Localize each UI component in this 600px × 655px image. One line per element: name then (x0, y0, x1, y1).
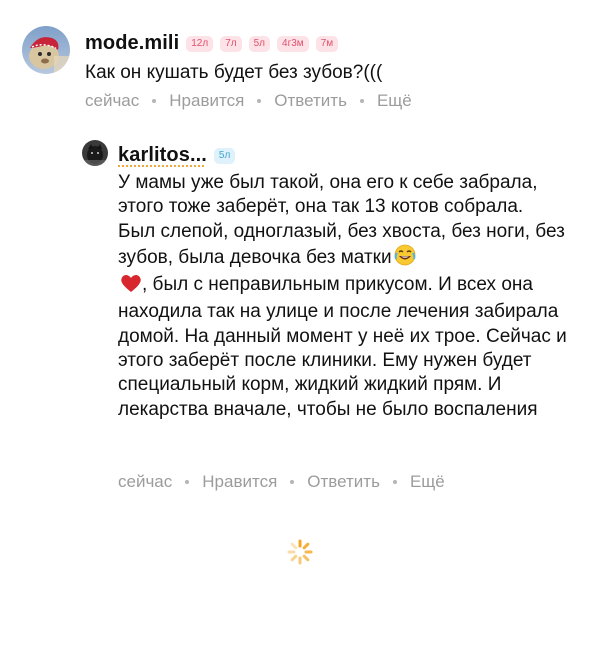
reply-button[interactable]: Ответить (274, 91, 347, 111)
comment-paragraph: У мамы уже был такой, она его к себе заб… (118, 172, 538, 218)
heart-emoji-icon (120, 273, 142, 300)
badge: 7м (315, 35, 339, 52)
avatar[interactable] (22, 26, 70, 74)
comment-actions: сейчас Нравится Ответить Ещё (118, 472, 445, 492)
separator-dot (257, 99, 262, 103)
comment-actions: сейчас Нравится Ответить Ещё (85, 91, 412, 111)
avatar-photo-icon (82, 140, 108, 166)
comment-text: Как он кушать будет без зубов?((( (85, 61, 575, 85)
separator-dot (290, 480, 295, 484)
badge: 12л (186, 35, 214, 52)
more-button[interactable]: Ещё (377, 91, 412, 111)
reply-button[interactable]: Ответить (307, 472, 380, 492)
timestamp: сейчас (85, 91, 140, 110)
comment-header: mode.mili 12л 7л 5л 4г3м 7м (85, 32, 339, 55)
laughing-emoji-icon (394, 244, 416, 273)
avatar[interactable] (82, 140, 108, 166)
loading-spinner-icon (286, 538, 314, 566)
avatar-photo-icon (22, 26, 70, 74)
comment-text-part: Был слепой, одноглазый, без хвоста, без … (118, 220, 565, 268)
badge: 4г3м (277, 35, 309, 52)
badge: 7л (220, 35, 242, 52)
separator-dot (185, 480, 190, 484)
separator-dot (392, 480, 397, 484)
username[interactable]: karlitos... (118, 144, 207, 167)
comment-text-part: , был с неправильным прикусом. И всех он… (118, 274, 567, 420)
like-button[interactable]: Нравится (202, 472, 277, 492)
comment-paragraph: Был слепой, одноглазый, без хвоста, без … (118, 220, 588, 422)
timestamp: сейчас (118, 472, 173, 491)
username[interactable]: mode.mili (85, 32, 179, 55)
separator-dot (152, 99, 157, 103)
badge: 5л (213, 147, 236, 164)
separator-dot (359, 99, 364, 103)
comment-text: У мамы уже был такой, она его к себе заб… (118, 171, 588, 422)
comment-paragraph: Как он кушать будет без зубов?((( (85, 62, 383, 83)
like-button[interactable]: Нравится (169, 91, 244, 111)
badge: 5л (248, 35, 271, 52)
more-button[interactable]: Ещё (410, 472, 445, 492)
comment-header: karlitos... 5л (118, 144, 236, 167)
